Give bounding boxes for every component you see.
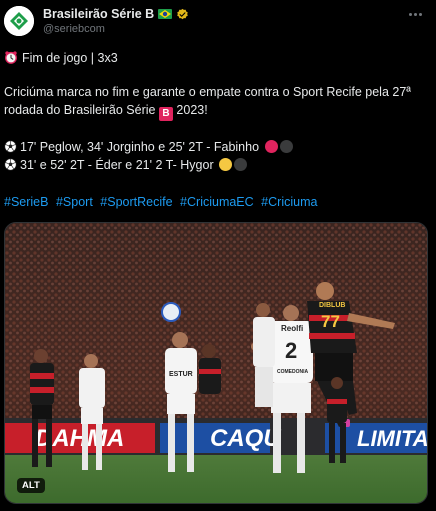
goals-sport-text: 17' Peglow, 34' Jorginho e 25' 2T - Fabi… <box>20 140 260 154</box>
body-line-2-suffix: 2023! <box>172 103 208 117</box>
soccer-ball-icon <box>4 158 17 171</box>
yellow-circle-icon <box>219 158 233 171</box>
goals-sport: 17' Peglow, 34' Jorginho e 25' 2T - Fabi… <box>4 138 293 156</box>
tweet-body: Criciúma marca no fim e garante o empate… <box>4 83 411 121</box>
tweet-header: Brasileirão Série B @seriebcom <box>0 0 436 50</box>
status-line: Fim de jogo | 3x3 <box>4 49 118 67</box>
hashtag-sportrecife[interactable]: #SportRecife <box>100 195 172 209</box>
hashtag-sport[interactable]: #Sport <box>56 195 93 209</box>
account-name-row[interactable]: Brasileirão Série B <box>43 7 189 21</box>
brazil-flag-icon <box>158 9 173 19</box>
account-name[interactable]: Brasileirão Série B <box>43 7 154 21</box>
red-circle-icon <box>264 140 278 153</box>
black-circle-icon <box>279 140 293 153</box>
serie-b-logo-icon <box>4 6 34 36</box>
hashtags: #SerieB #Sport #SportRecife #CriciumaEC … <box>4 193 317 211</box>
alarm-clock-icon <box>5 51 17 64</box>
player-criciuma-back <box>253 303 275 407</box>
more-options-icon[interactable] <box>406 8 424 20</box>
hashtag-criciumaec[interactable]: #CriciumaEC <box>180 195 254 209</box>
goals-criciuma: 31' e 52' 2T - Éder e 21' 2 T- Hygor <box>4 156 293 174</box>
jersey-red-name: DIBLUB <box>319 302 345 309</box>
jersey-sponsor-text: ESTUR <box>169 371 193 378</box>
account-handle[interactable]: @seriebcom <box>43 23 105 35</box>
soccer-ball-icon <box>4 140 17 153</box>
body-line-2-prefix: rodada do Brasileirão Série <box>4 103 159 117</box>
tweet-photo[interactable]: DAHMA CAQU LIMITA ESTUR Reolfi 2 COMEDON… <box>4 222 428 504</box>
jersey-white-name: COMEDONIA <box>277 369 309 375</box>
hashtag-seriеb[interactable]: #SerieB <box>4 195 48 209</box>
goals-block: 17' Peglow, 34' Jorginho e 25' 2T - Fabi… <box>4 138 293 174</box>
goals-criciuma-text: 31' e 52' 2T - Éder e 21' 2 T- Hygor <box>20 158 214 172</box>
serie-b-badge-icon: B <box>158 107 173 121</box>
jersey-white-number: 2 <box>285 338 297 363</box>
jersey-white-sponsor: Reolfi <box>281 324 303 333</box>
banner-mid-text: CAQU <box>210 425 281 452</box>
black-circle-icon <box>234 158 248 171</box>
status-text: Fim de jogo | 3x3 <box>22 51 118 65</box>
match-photo: DAHMA CAQU LIMITA ESTUR Reolfi 2 COMEDON… <box>5 223 428 503</box>
soccer-ball <box>161 302 181 322</box>
jersey-red-number: 77 <box>321 312 340 331</box>
body-line-2: rodada do Brasileirão Série B 2023! <box>4 101 411 121</box>
account-avatar[interactable] <box>4 6 34 36</box>
banner-right-text: LIMITA <box>357 426 428 451</box>
verified-badge-icon <box>177 8 188 19</box>
body-line-1: Criciúma marca no fim e garante o empate… <box>4 85 411 99</box>
alt-text-badge[interactable]: ALT <box>17 478 45 493</box>
hashtag-criciuma[interactable]: #Criciuma <box>261 195 317 209</box>
